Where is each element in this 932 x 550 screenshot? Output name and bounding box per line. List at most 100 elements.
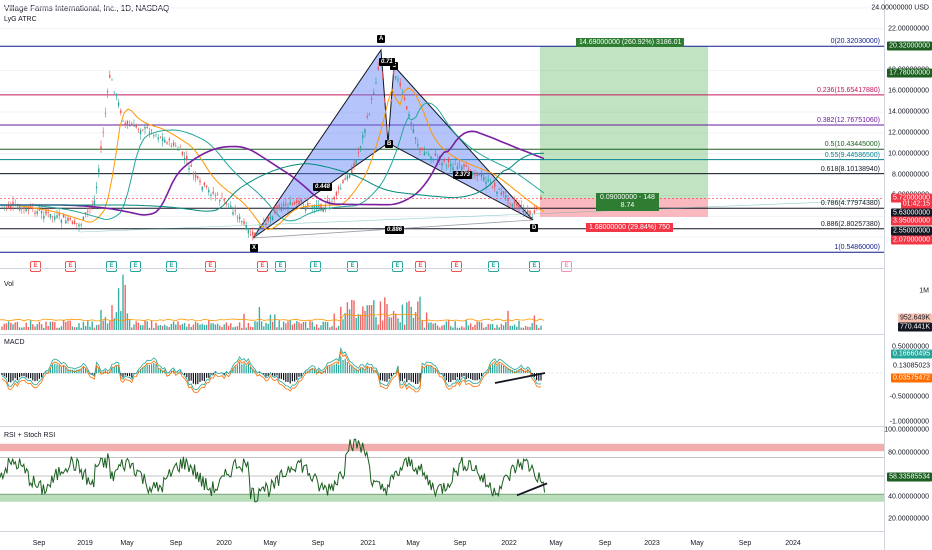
candle-body bbox=[445, 164, 448, 166]
candle-body bbox=[496, 191, 498, 195]
candle-body bbox=[221, 196, 223, 198]
candle-body bbox=[155, 134, 157, 135]
macd-histogram-bar bbox=[203, 373, 205, 382]
candle-body bbox=[377, 66, 379, 70]
volume-bar bbox=[56, 327, 58, 330]
volume-chart[interactable] bbox=[0, 270, 884, 334]
volume-bar bbox=[397, 318, 399, 330]
candle-body bbox=[353, 163, 355, 167]
price-badge: 20.32000000 bbox=[887, 41, 932, 51]
volume-bar bbox=[377, 324, 379, 330]
macd-histogram-bar bbox=[122, 373, 124, 378]
volume-bar bbox=[373, 300, 375, 330]
candle-body bbox=[282, 204, 285, 206]
volume-bar bbox=[148, 327, 151, 330]
candle-body bbox=[480, 174, 483, 177]
volume-bar bbox=[309, 321, 311, 330]
volume-bar bbox=[540, 325, 542, 330]
volume-bar bbox=[95, 325, 98, 330]
volume-bar bbox=[507, 310, 509, 330]
time-tick: May bbox=[263, 540, 277, 547]
volume-bar bbox=[5, 323, 8, 330]
candle-body bbox=[27, 209, 30, 211]
candle-body bbox=[485, 181, 487, 184]
volume-bar bbox=[111, 305, 113, 330]
macd-histogram-bar bbox=[146, 364, 148, 374]
candle-body bbox=[531, 216, 533, 219]
time-axis[interactable]: Sep 2019 May Sep 2020 May Sep 2021 May Sep 2022 May… bbox=[0, 532, 884, 550]
volume-bar bbox=[32, 324, 34, 330]
volume-bar bbox=[509, 325, 511, 330]
time-tick: Sep bbox=[453, 540, 467, 547]
candle-body bbox=[390, 99, 393, 103]
time-tick: 2024 bbox=[785, 540, 801, 547]
macd-histogram-bar bbox=[346, 362, 348, 374]
candle-body bbox=[500, 192, 503, 195]
volume-bar bbox=[12, 324, 14, 330]
macd-histogram-bar bbox=[461, 373, 463, 377]
pane-separator[interactable] bbox=[0, 268, 932, 269]
macd-histogram-bar bbox=[208, 373, 210, 378]
volume-bar bbox=[34, 326, 36, 330]
price-axis[interactable]: 24.00000000 USD22.0000000018.0000000016.… bbox=[871, 0, 932, 550]
candle-body bbox=[386, 127, 388, 128]
candle-body bbox=[269, 216, 272, 219]
candle-body bbox=[190, 165, 192, 167]
volume-bar bbox=[236, 326, 239, 330]
volume-bar bbox=[36, 324, 38, 330]
macd-histogram-bar bbox=[384, 373, 386, 382]
fib-level-label: 0(20.32030000) bbox=[830, 38, 880, 46]
macd-histogram-bar bbox=[430, 365, 432, 374]
candle-body bbox=[337, 187, 340, 189]
candle-body bbox=[403, 97, 406, 100]
volume-bar bbox=[232, 327, 234, 330]
pattern-ratio-ac: 0.71 bbox=[379, 58, 395, 66]
macd-histogram-bar bbox=[241, 364, 243, 374]
target-zone bbox=[540, 46, 708, 199]
volume-bar bbox=[188, 323, 190, 330]
candle-body bbox=[388, 127, 390, 131]
price-chart[interactable] bbox=[0, 0, 884, 268]
volume-bar bbox=[153, 327, 155, 330]
candle-body bbox=[49, 213, 52, 218]
volume-bar bbox=[410, 306, 412, 330]
macd-chart[interactable] bbox=[0, 335, 884, 426]
volume-bar bbox=[386, 304, 388, 330]
rsi-label: RSI + Stoch RSI bbox=[4, 432, 56, 439]
candle-body bbox=[263, 221, 265, 223]
macd-histogram-bar bbox=[5, 373, 7, 378]
entry-rr: 8.74 bbox=[620, 202, 635, 209]
candle-body bbox=[357, 151, 360, 153]
macd-histogram-bar bbox=[206, 373, 208, 378]
candle-body bbox=[181, 151, 184, 155]
candle-body bbox=[236, 217, 239, 218]
candle-body bbox=[395, 76, 397, 79]
candle-body bbox=[304, 207, 307, 211]
candle-body bbox=[518, 204, 520, 209]
candle-body bbox=[150, 129, 153, 131]
volume-bar bbox=[399, 322, 401, 330]
candle-body bbox=[199, 180, 201, 183]
candle-body bbox=[157, 137, 159, 140]
candle-body bbox=[458, 164, 461, 166]
candle-body bbox=[241, 221, 243, 223]
price-tick: 24.00000000 USD bbox=[871, 4, 929, 12]
rsi-chart[interactable] bbox=[0, 427, 884, 531]
candle-body bbox=[128, 125, 131, 127]
volume-bar bbox=[419, 296, 421, 330]
candle-body bbox=[461, 166, 463, 171]
candle-body bbox=[120, 110, 122, 113]
volume-bar bbox=[302, 321, 305, 330]
macd-histogram-bar bbox=[300, 373, 302, 377]
candle-body bbox=[370, 98, 373, 100]
candle-body bbox=[98, 168, 100, 173]
candle-body bbox=[212, 191, 214, 194]
volume-bar bbox=[474, 324, 476, 330]
candle-body bbox=[223, 198, 225, 201]
candle-body bbox=[102, 131, 104, 133]
volume-bar bbox=[25, 322, 27, 330]
volume-bar bbox=[375, 317, 377, 330]
volume-bar bbox=[43, 327, 45, 330]
price-badge: 17.78000000 bbox=[887, 68, 932, 78]
candle-body bbox=[432, 158, 434, 160]
